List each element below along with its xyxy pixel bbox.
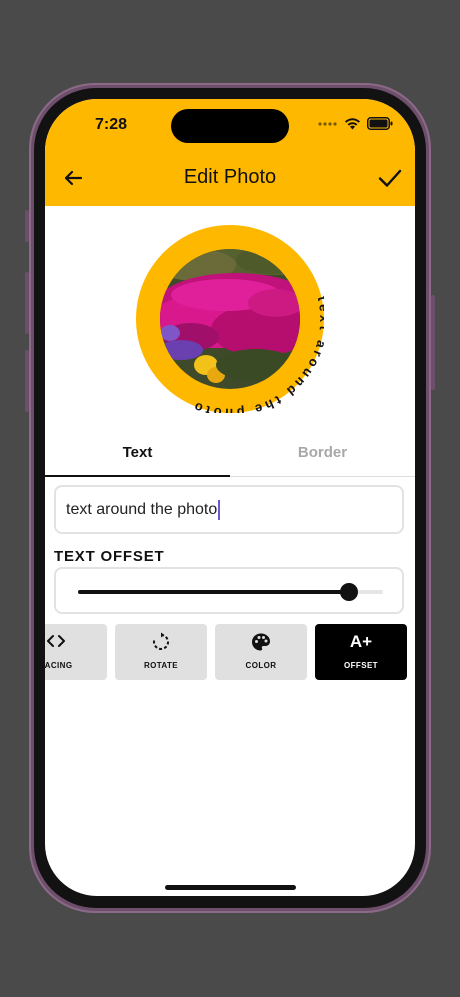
tool-rotate-label: ROTATE — [143, 661, 179, 670]
dynamic-island — [171, 109, 289, 143]
wifi-icon — [345, 118, 360, 130]
tab-bar: Text Border — [45, 432, 415, 477]
text-increase-icon: A+ — [349, 632, 373, 651]
rotate-icon — [115, 632, 207, 654]
tool-row: PACING ROTATE COLOR A+ OFFS — [45, 624, 415, 680]
circular-text-input[interactable]: text around the photo — [54, 485, 404, 534]
status-time: 7:28 — [95, 116, 128, 133]
tool-rotate-button[interactable]: ROTATE — [115, 624, 207, 680]
confirm-button[interactable] — [375, 163, 405, 193]
screen: 7:28 Edit Photo ound the p oto Text Bord… — [45, 99, 415, 896]
text-offset-slider-track[interactable] — [78, 583, 383, 601]
tab-border[interactable]: Border — [230, 432, 415, 477]
power-button — [431, 295, 435, 390]
tool-spacing-button[interactable]: PACING — [45, 624, 107, 680]
text-cursor — [218, 499, 221, 520]
tool-color-label: COLOR — [245, 661, 277, 670]
palette-icon — [215, 632, 307, 654]
photo-preview: text around the photo — [136, 225, 329, 421]
app-bar: Edit Photo — [45, 149, 415, 206]
tool-color-button[interactable]: COLOR — [215, 624, 307, 680]
signal-icon — [318, 121, 337, 126]
text-offset-label: TEXT OFFSET — [54, 548, 165, 565]
text-offset-slider-thumb[interactable] — [340, 583, 359, 601]
page-title: Edit Photo — [183, 166, 277, 188]
tool-offset-label: OFFSET — [344, 661, 378, 670]
tab-indicator — [45, 475, 230, 477]
tool-spacing-label: PACING — [45, 661, 73, 670]
status-bar: 7:28 — [45, 99, 415, 149]
status-icons — [318, 117, 393, 130]
battery-icon — [367, 117, 393, 130]
mute-switch — [25, 210, 29, 242]
tab-text[interactable]: Text — [45, 432, 230, 477]
volume-up-button — [25, 272, 29, 334]
code-brackets-icon — [45, 632, 107, 654]
volume-down-button — [25, 350, 29, 412]
circular-text-input-value: text around the photo — [66, 501, 218, 518]
tool-offset-button[interactable]: A+ OFFSET — [315, 624, 407, 680]
checkmark-icon — [378, 169, 402, 187]
text-offset-slider-box — [54, 567, 404, 614]
home-indicator — [165, 885, 296, 890]
text-offset-slider-fill — [78, 590, 350, 594]
